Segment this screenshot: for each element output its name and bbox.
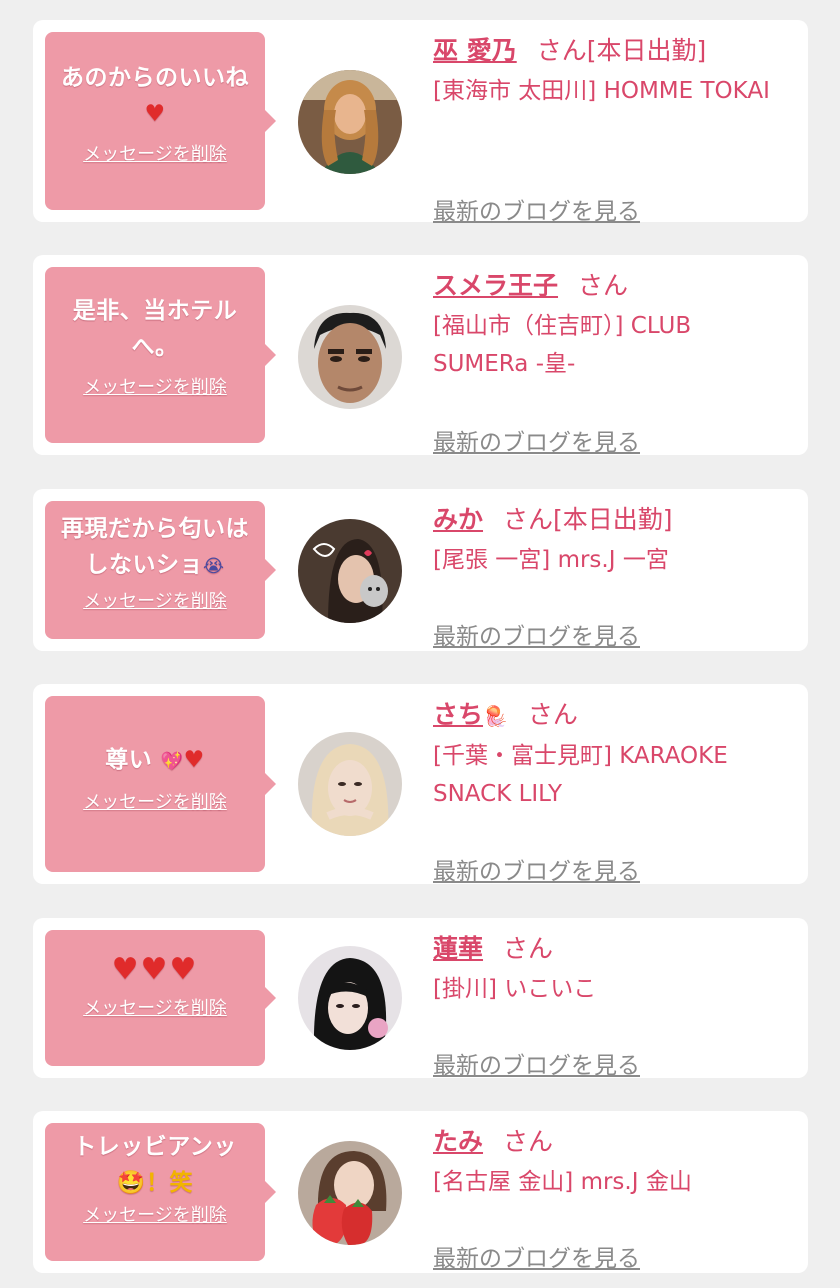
shop-text: [名古屋 金山] mrs.J 金山 (433, 1169, 692, 1195)
latest-blog-link[interactable]: 最新のブログを見る (433, 192, 640, 226)
message-text: 尊い 💖♥ (105, 747, 205, 773)
message-text: 是非、当ホテルへ。 (72, 298, 238, 360)
message-card: あのからのいいね ♥ メッセージを削除 巫 愛乃 さん[本日出勤] [東海市 太田… (33, 20, 808, 225)
sender-info: 蓮華 さん [掛川] いこいこ 最新のブログを見る (433, 932, 793, 1079)
heart-icon: ♥ (183, 747, 205, 773)
woman-blonde-photo (298, 732, 402, 836)
message-bubble: ♥♥♥ メッセージを削除 (45, 930, 276, 1066)
delete-message-link[interactable]: メッセージを削除 (83, 994, 227, 1020)
shop-text: [東海市 太田川] HOMME TOKAI (433, 78, 770, 104)
message-card: 再現だから匂いはしないショ😭 メッセージを削除 みか さん[本日出勤] [尾張 一… (33, 489, 808, 651)
message-bubble: 尊い 💖♥ メッセージを削除 (45, 696, 276, 872)
shop-text: [掛川] いこいこ (433, 976, 597, 1002)
sender-name-link[interactable]: 巫 愛乃 (433, 36, 517, 65)
avatar[interactable] (298, 1141, 402, 1245)
status-badge: [本日出勤] (553, 505, 673, 534)
message-text: 再現だから匂いはしないショ😭 (61, 516, 249, 578)
message-card: 尊い 💖♥ メッセージを削除 さち🪼 さん [千葉・富士見町] KARAOKE S… (33, 684, 808, 885)
delete-message-link[interactable]: メッセージを削除 (83, 140, 227, 166)
delete-message-link[interactable]: メッセージを削除 (83, 788, 227, 814)
message-text: ♥♥♥ (55, 952, 255, 990)
latest-blog-link[interactable]: 最新のブログを見る (433, 1046, 640, 1080)
shop-text: [千葉・富士見町] KARAOKE SNACK LILY (433, 743, 728, 807)
sender-name-link[interactable]: たみ (433, 1127, 483, 1156)
sender-info: さち🪼 さん [千葉・富士見町] KARAOKE SNACK LILY 最新のブロ… (433, 698, 793, 885)
sender-info: たみ さん [名古屋 金山] mrs.J 金山 最新のブログを見る (433, 1125, 793, 1272)
message-bubble: あのからのいいね ♥ メッセージを削除 (45, 32, 276, 210)
shop-text: [福山市（住吉町）] CLUB SUMERa -皇- (433, 313, 692, 377)
delete-message-link[interactable]: メッセージを削除 (83, 587, 227, 613)
avatar[interactable] (298, 946, 402, 1050)
avatar[interactable] (298, 305, 402, 409)
delete-message-link[interactable]: メッセージを削除 (83, 1201, 227, 1227)
message-card: ♥♥♥ メッセージを削除 蓮華 さん [掛川] いこいこ 最新のブログを見る (33, 918, 808, 1079)
message-text: あのからのいいね ♥ (61, 65, 249, 127)
delete-message-link[interactable]: メッセージを削除 (83, 373, 227, 399)
sender-name-link[interactable]: みか (433, 505, 483, 534)
woman-portrait-photo (298, 70, 402, 174)
message-bubble: トレッビアンッ 🤩！笑 メッセージを削除 (45, 1123, 276, 1261)
sender-info: 巫 愛乃 さん[本日出勤] [東海市 太田川] HOMME TOKAI 最新のブロ… (433, 34, 793, 225)
woman-black-hair-photo (298, 946, 402, 1050)
latest-blog-link[interactable]: 最新のブログを見る (433, 1239, 640, 1273)
sender-name-link[interactable]: スメラ王子 (433, 271, 558, 300)
heart-icon: ♥ (144, 101, 166, 127)
woman-with-cat-photo (298, 519, 402, 623)
man-portrait-photo (298, 305, 402, 409)
message-text: トレッビアンッ 🤩！笑 (73, 1134, 237, 1196)
message-card: 是非、当ホテルへ。 メッセージを削除 スメラ王子 さん [福山市（住吉町）] CL… (33, 255, 808, 456)
latest-blog-link[interactable]: 最新のブログを見る (433, 617, 640, 651)
latest-blog-link[interactable]: 最新のブログを見る (433, 852, 640, 886)
message-card: トレッビアンッ 🤩！笑 メッセージを削除 たみ さん [名古屋 金山] mrs.J… (33, 1111, 808, 1273)
woman-with-strawberry-photo (298, 1141, 402, 1245)
sparkling-heart-icon: 💖 (160, 751, 184, 772)
avatar[interactable] (298, 519, 402, 623)
latest-blog-link[interactable]: 最新のブログを見る (433, 423, 640, 457)
message-bubble: 是非、当ホテルへ。 メッセージを削除 (45, 267, 276, 443)
message-bubble: 再現だから匂いはしないショ😭 メッセージを削除 (45, 501, 276, 639)
status-badge: [本日出勤] (586, 36, 707, 65)
sender-info: みか さん[本日出勤] [尾張 一宮] mrs.J 一宮 最新のブログを見る (433, 503, 793, 650)
avatar[interactable] (298, 732, 402, 836)
crying-face-icon: 😭 (202, 556, 225, 577)
sender-info: スメラ王子 さん [福山市（住吉町）] CLUB SUMERa -皇- 最新のブロ… (433, 269, 793, 456)
star-struck-icon: 🤩！笑 (116, 1170, 194, 1196)
sender-name-link[interactable]: 蓮華 (433, 934, 483, 963)
hearts-icon: ♥♥♥ (111, 952, 199, 987)
shop-text: [尾張 一宮] mrs.J 一宮 (433, 547, 669, 573)
avatar[interactable] (298, 70, 402, 174)
jellyfish-icon: 🪼 (483, 704, 508, 728)
sender-name-link[interactable]: さち (433, 700, 483, 729)
